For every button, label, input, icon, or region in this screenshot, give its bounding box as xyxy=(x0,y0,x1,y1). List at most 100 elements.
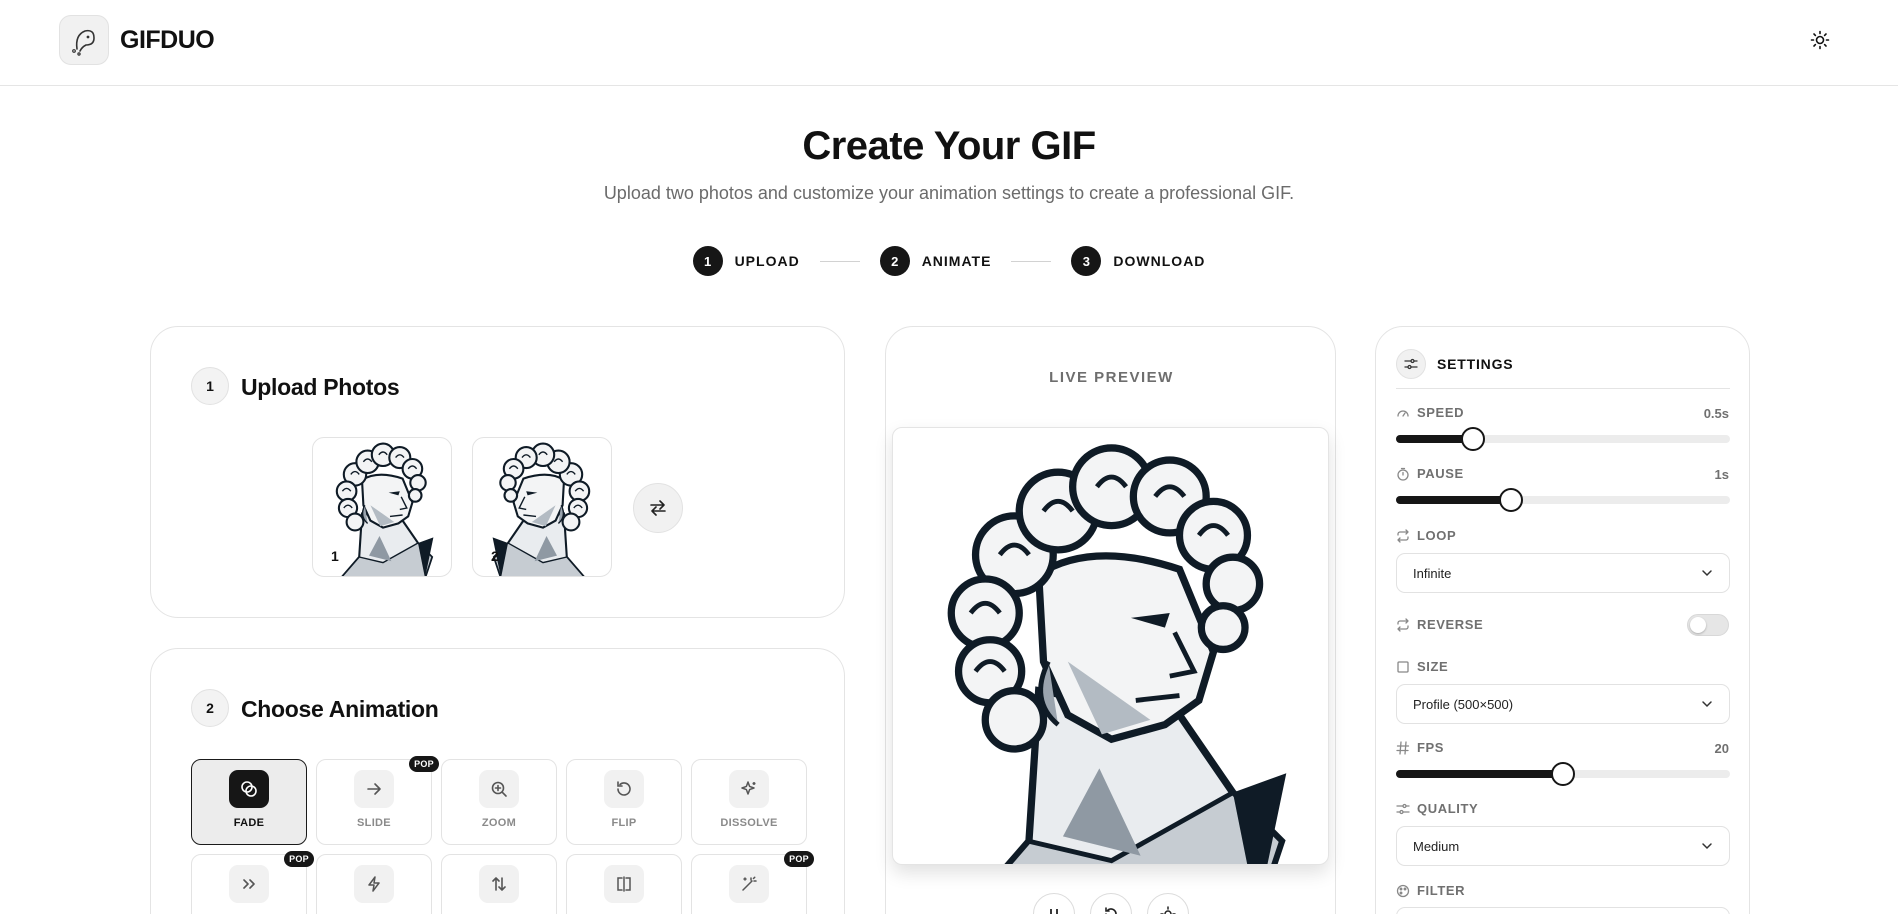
page-subtitle: Upload two photos and customize your ani… xyxy=(603,183,1295,203)
reverse-label: REVERSE xyxy=(1396,617,1483,632)
animation-label: FLIP xyxy=(611,817,637,829)
repeat-icon xyxy=(1397,528,1409,543)
palette-icon xyxy=(1396,884,1410,897)
settings-sliders-icon xyxy=(1396,349,1426,379)
animation-option-flip[interactable]: FLIP xyxy=(566,759,682,845)
zoom-in-icon xyxy=(479,770,519,808)
animation-option-7[interactable] xyxy=(316,854,432,914)
animation-option-fade[interactable]: FADE xyxy=(191,759,307,845)
animation-option-zoom[interactable]: ZOOM xyxy=(441,759,557,845)
size-label: SIZE xyxy=(1396,659,1448,674)
speed-label: SPEED xyxy=(1396,405,1464,420)
swap-vertical-icon xyxy=(479,865,519,903)
split-icon xyxy=(604,865,644,903)
speed-slider[interactable] xyxy=(1396,427,1730,451)
preview-theme-button[interactable] xyxy=(1147,893,1189,914)
step-upload[interactable]: 1 UPLOAD xyxy=(692,246,800,276)
sparkle-icon xyxy=(729,770,769,808)
pause-icon xyxy=(1050,909,1058,914)
photo-thumbnail-1[interactable]: 1 xyxy=(312,437,452,577)
section-number: 1 xyxy=(191,367,229,405)
popular-badge: POP xyxy=(284,851,314,867)
sun-icon xyxy=(1160,906,1176,914)
quality-label: QUALITY xyxy=(1396,801,1478,816)
animation-label: DISSOLVE xyxy=(720,817,778,829)
pause-label-text: PAUSE xyxy=(1417,466,1464,481)
step-label: DOWNLOAD xyxy=(1113,253,1206,269)
timer-icon xyxy=(1397,467,1409,481)
filter-label: FILTER xyxy=(1396,883,1465,898)
size-selected-value: Profile (500×500) xyxy=(1413,696,1514,712)
quality-select[interactable]: Medium xyxy=(1396,826,1730,866)
rotate-icon xyxy=(604,770,644,808)
magic-wand-icon xyxy=(729,865,769,903)
loop-select[interactable]: Infinite xyxy=(1396,553,1730,593)
lightning-icon xyxy=(354,865,394,903)
fps-slider[interactable] xyxy=(1396,762,1730,786)
quality-label-text: QUALITY xyxy=(1417,801,1479,816)
toggle-knob xyxy=(1690,617,1706,633)
section-title: Choose Animation xyxy=(241,696,439,722)
slider-handle[interactable] xyxy=(1460,427,1485,451)
settings-panel: SETTINGS SPEED 0.5s PAUSE 1s LOOP Infini… xyxy=(1375,326,1750,914)
slider-handle[interactable] xyxy=(1551,762,1575,786)
theme-toggle-sun-icon[interactable] xyxy=(1806,28,1834,52)
speed-value: 0.5s xyxy=(1703,406,1729,421)
restart-icon xyxy=(1105,907,1117,914)
preview-label: LIVE PREVIEW xyxy=(1049,369,1174,386)
section-number: 2 xyxy=(191,689,229,727)
photo-number: 2 xyxy=(491,548,499,564)
swap-icon xyxy=(650,500,666,516)
animation-option-10[interactable]: POP xyxy=(691,851,814,914)
animation-options-grid: FADE POP SLIDE ZOOM FLIP DISSOLVE POP PO… xyxy=(191,756,814,914)
pause-slider[interactable] xyxy=(1396,488,1730,512)
live-preview-card: LIVE PREVIEW xyxy=(885,326,1336,914)
fps-value: 20 xyxy=(1714,741,1729,756)
step-animate[interactable]: 2 ANIMATE xyxy=(879,246,992,276)
fade-icon xyxy=(229,770,269,808)
quality-selected-value: Medium xyxy=(1413,838,1460,854)
statue-preview-image xyxy=(893,428,1329,865)
reverse-toggle[interactable] xyxy=(1687,614,1729,636)
slider-fill xyxy=(1396,496,1512,504)
settings-title: SETTINGS xyxy=(1437,356,1514,372)
pause-button[interactable] xyxy=(1033,893,1075,914)
upload-photos-card: 1 Upload Photos 1 2 xyxy=(150,326,845,618)
photo-thumbnail-2[interactable]: 2 xyxy=(472,437,612,577)
animation-option-dissolve[interactable]: DISSOLVE xyxy=(691,759,807,845)
animation-option-slide[interactable]: POP SLIDE xyxy=(316,756,439,845)
animation-label: ZOOM xyxy=(481,817,517,829)
fps-label: FPS xyxy=(1396,740,1444,755)
filter-select[interactable] xyxy=(1396,907,1730,914)
animation-option-9[interactable] xyxy=(566,854,682,914)
arrow-right-icon xyxy=(354,770,394,808)
top-bar: GIFDUO xyxy=(0,0,1898,86)
animation-option-8[interactable] xyxy=(441,854,557,914)
step-download[interactable]: 3 DOWNLOAD xyxy=(1071,246,1205,276)
step-label: UPLOAD xyxy=(734,253,800,269)
logo-icon[interactable] xyxy=(59,15,109,65)
square-icon xyxy=(1397,660,1409,673)
slider-handle[interactable] xyxy=(1499,488,1524,512)
popular-badge: POP xyxy=(784,851,814,867)
chevron-down-icon xyxy=(1702,570,1712,577)
animation-label: SLIDE xyxy=(357,817,391,829)
restart-button[interactable] xyxy=(1090,893,1132,914)
reverse-label-text: REVERSE xyxy=(1417,617,1484,632)
stepper: 1 UPLOAD 2 ANIMATE 3 DOWNLOAD xyxy=(0,246,1898,276)
animation-option-6[interactable]: POP xyxy=(191,851,314,914)
gauge-icon xyxy=(1397,409,1409,417)
swap-photos-button[interactable] xyxy=(633,483,683,533)
loop-label-text: LOOP xyxy=(1417,528,1457,543)
chevron-down-icon xyxy=(1702,701,1712,708)
settings-header: SETTINGS xyxy=(1396,349,1513,379)
loop-selected-value: Infinite xyxy=(1413,565,1452,581)
filter-label-text: FILTER xyxy=(1417,883,1466,898)
hash-icon xyxy=(1396,740,1410,755)
size-select[interactable]: Profile (500×500) xyxy=(1396,684,1730,724)
photo-number: 1 xyxy=(331,548,339,564)
loop-label: LOOP xyxy=(1396,528,1456,543)
preview-image xyxy=(892,427,1329,865)
app-name[interactable]: GIFDUO xyxy=(120,26,215,55)
fps-label-text: FPS xyxy=(1417,740,1445,755)
